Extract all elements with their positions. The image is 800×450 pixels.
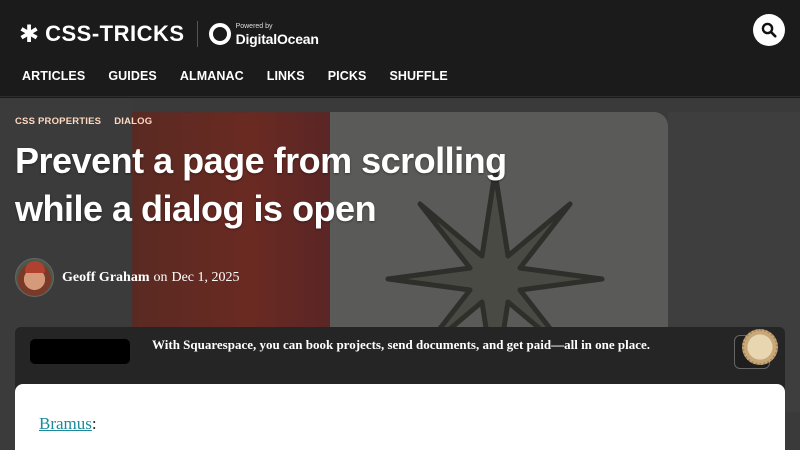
article-byline: Geoff Graham on Dec 1, 2025 — [15, 258, 240, 297]
logo-text: CSS-TRICKS — [45, 21, 185, 46]
digitalocean-icon — [208, 23, 231, 45]
author-name[interactable]: Geoff Graham — [62, 270, 149, 286]
sponsor-powered-text: Powered by — [235, 22, 273, 30]
nav-picks[interactable]: PICKS — [328, 69, 367, 83]
nav-shuffle[interactable]: SHUFFLE — [389, 69, 447, 83]
content-colon: : — [91, 414, 97, 433]
logo-star-icon: ✱ — [19, 20, 40, 48]
ad-logo — [30, 339, 130, 364]
search-button[interactable] — [753, 14, 785, 46]
nav-links[interactable]: LINKS — [267, 69, 305, 83]
content-link-bramus[interactable]: Bramus — [39, 414, 92, 433]
main-nav: ARTICLES GUIDES ALMANAC LINKS PICKS SHUF… — [22, 69, 471, 83]
search-icon — [761, 22, 777, 38]
tag-css-properties[interactable]: CSS PROPERTIES — [15, 116, 101, 127]
sponsor-label: Powered by DigitalOcean — [236, 23, 319, 46]
nav-guides[interactable]: GUIDES — [108, 69, 157, 83]
article-content: Bramus: — [15, 384, 785, 450]
logo-divider — [196, 21, 198, 47]
publish-date-prefix: on — [153, 269, 168, 285]
ad-badge-icon — [742, 329, 778, 365]
article-title: Prevent a page from scrolling while a di… — [15, 140, 507, 229]
site-logo[interactable]: ✱ CSS-TRICKS Powered by DigitalOcean — [19, 20, 319, 48]
nav-almanac[interactable]: ALMANAC — [180, 69, 244, 83]
publish-date: Dec 1, 2025 — [171, 269, 240, 285]
article-tags: CSS PROPERTIES DIALOG — [15, 116, 152, 127]
sponsor-name: DigitalOcean — [235, 30, 319, 47]
ad-text: With Squarespace, you can book projects,… — [152, 337, 651, 352]
avatar-hat — [25, 261, 45, 273]
tag-dialog[interactable]: DIALOG — [114, 116, 152, 127]
nav-articles[interactable]: ARTICLES — [22, 69, 85, 83]
content-paragraph: Bramus: — [39, 414, 97, 434]
author-avatar[interactable] — [15, 258, 54, 297]
site-header: ✱ CSS-TRICKS Powered by DigitalOcean ART… — [0, 0, 800, 97]
